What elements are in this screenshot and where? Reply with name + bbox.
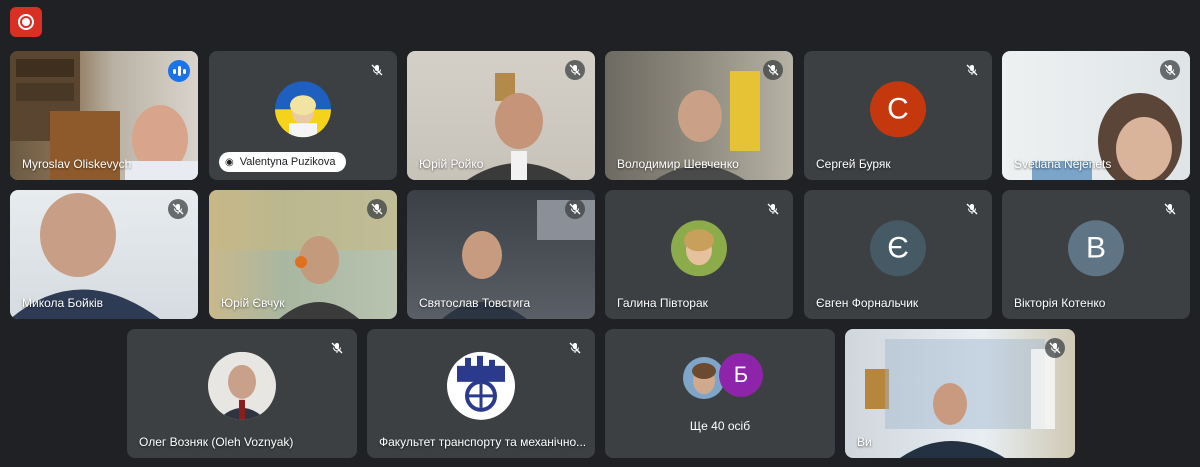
participant-name: Ви: [857, 435, 872, 449]
mic-off-icon: [1160, 199, 1180, 219]
participant-tile[interactable]: Володимир Шевченко: [605, 51, 793, 180]
more-participants-count: Ще 40 осіб: [689, 419, 751, 433]
participant-avatar: [671, 219, 727, 276]
participant-name: Сергей Буряк: [816, 157, 891, 171]
participant-avatar: Є: [870, 219, 926, 276]
faculty-logo: [447, 351, 515, 420]
participant-tile[interactable]: Факультет транспорту та механічно...: [367, 329, 595, 458]
participant-tile[interactable]: Галина Півторак: [605, 190, 793, 319]
participant-name: Valentyna Puzikova: [239, 156, 336, 168]
participant-name: Володимир Шевченко: [617, 157, 739, 171]
participant-tile[interactable]: Svetlana Nejenets: [1002, 51, 1190, 180]
participant-tile[interactable]: Микола Бойків: [10, 190, 198, 319]
participant-tile[interactable]: Myroslav Oliskevych: [10, 51, 198, 180]
participant-name: Олег Возняк (Oleh Voznyak): [139, 435, 294, 449]
participant-name: Святослав Товстига: [419, 296, 531, 310]
mic-off-icon: [1045, 338, 1065, 358]
participant-avatar: Б: [719, 353, 763, 397]
participant-tile[interactable]: Є Євген Форнальчик: [804, 190, 992, 319]
participant-name: Svetlana Nejenets: [1014, 157, 1112, 171]
record-icon: [18, 14, 34, 30]
participant-name: Факультет транспорту та механічно...: [379, 435, 587, 449]
self-view-tile[interactable]: Ви: [845, 329, 1075, 458]
participant-name: Myroslav Oliskevych: [22, 157, 132, 171]
participant-name: Микола Бойків: [22, 296, 104, 310]
participant-tile[interactable]: ◉ Valentyna Puzikova: [209, 51, 397, 180]
participant-name-pill: ◉ Valentyna Puzikova: [219, 152, 346, 172]
mic-off-icon: [327, 338, 347, 358]
participant-name: Вікторія Котенко: [1014, 296, 1106, 310]
participant-name: Юрій Євчук: [221, 296, 285, 310]
mic-off-icon: [763, 60, 783, 80]
user-icon: ◉: [225, 156, 234, 168]
mic-off-icon: [168, 199, 188, 219]
speaking-indicator-icon: [168, 60, 190, 82]
mic-off-icon: [1160, 60, 1180, 80]
mic-off-icon: [962, 60, 982, 80]
participant-tile[interactable]: Святослав Товстига: [407, 190, 595, 319]
participant-tile[interactable]: Олег Возняк (Oleh Voznyak): [127, 329, 357, 458]
mic-off-icon: [367, 60, 387, 80]
participant-name: Євген Форнальчик: [816, 296, 919, 310]
participant-avatar: [208, 351, 276, 420]
participant-tile[interactable]: Юрій Ройко: [407, 51, 595, 180]
participant-avatar: C: [870, 80, 926, 137]
participant-tile[interactable]: B Вікторія Котенко: [1002, 190, 1190, 319]
mic-off-icon: [962, 199, 982, 219]
mic-off-icon: [565, 60, 585, 80]
mic-off-icon: [565, 338, 585, 358]
mic-off-icon: [763, 199, 783, 219]
more-participants-tile[interactable]: Б Ще 40 осіб: [605, 329, 835, 458]
participant-avatar: [275, 80, 331, 137]
mic-off-icon: [367, 199, 387, 219]
record-button[interactable]: [10, 7, 42, 37]
participant-avatar: B: [1068, 219, 1124, 276]
participant-tile[interactable]: C Сергей Буряк: [804, 51, 992, 180]
participant-tile[interactable]: Юрій Євчук: [209, 190, 397, 319]
participant-name: Юрій Ройко: [419, 157, 484, 171]
participant-video: [845, 329, 1075, 458]
participant-name: Галина Півторак: [617, 296, 708, 310]
mic-off-icon: [565, 199, 585, 219]
